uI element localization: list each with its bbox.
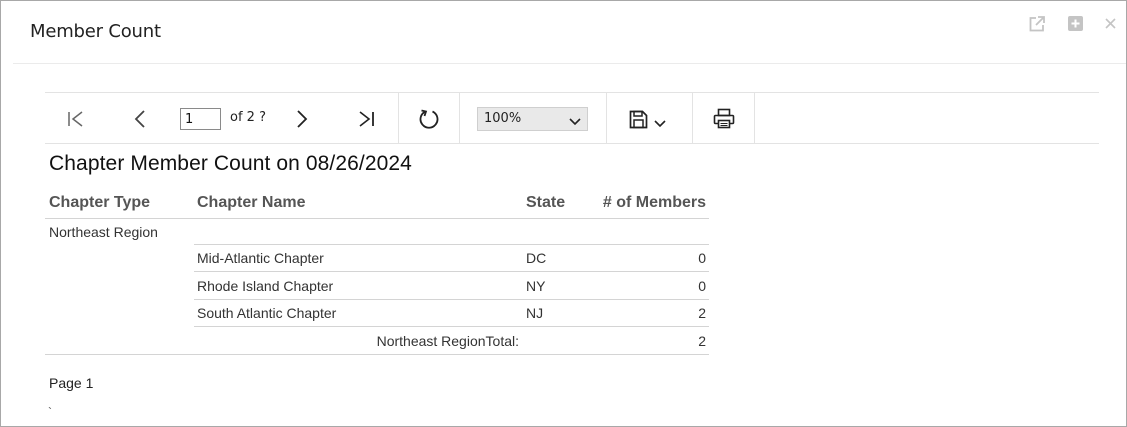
column-header-state: State [526, 194, 566, 211]
chevron-down-icon [569, 115, 581, 130]
refresh-icon[interactable] [417, 107, 441, 131]
first-page-icon[interactable] [65, 108, 87, 130]
page-count-label: of 2 ? [230, 110, 266, 125]
row-rule [194, 271, 709, 272]
column-header-chapter-type: Chapter Type [49, 194, 151, 211]
chapter-state: DC [526, 250, 547, 266]
close-icon[interactable] [1102, 15, 1120, 33]
chapter-members: 0 [698, 278, 706, 294]
row-rule [194, 326, 709, 327]
group-total-label: Northeast RegionTotal: [376, 333, 519, 349]
row-rule [194, 244, 709, 245]
page-footer: Page 1 [49, 375, 94, 391]
chapter-state: NY [526, 278, 546, 294]
chapter-name: Rhode Island Chapter [197, 278, 334, 294]
chapter-members: 2 [698, 305, 706, 321]
page-number-input[interactable] [180, 108, 221, 130]
table-bottom-rule [45, 354, 709, 355]
toolbar-divider [606, 93, 607, 144]
toolbar-divider [692, 93, 693, 144]
toolbar-divider [459, 93, 460, 144]
print-icon[interactable] [712, 108, 736, 130]
previous-page-icon[interactable] [129, 108, 151, 130]
trailing-mark: ` [48, 405, 52, 419]
export-save-button[interactable] [628, 108, 670, 130]
chapter-name: South Atlantic Chapter [197, 305, 337, 321]
dialog-title: Member Count [30, 21, 161, 42]
zoom-value: 100% [484, 111, 522, 126]
column-header-chapter-name: Chapter Name [197, 194, 306, 211]
toolbar-divider [754, 93, 755, 144]
chapter-state: NJ [526, 305, 544, 321]
last-page-icon[interactable] [356, 108, 378, 130]
popout-icon[interactable] [1028, 15, 1046, 33]
chapter-members: 0 [698, 250, 706, 266]
zoom-select[interactable]: 100% [477, 107, 588, 131]
column-header-members: # of Members [602, 194, 706, 211]
row-rule [194, 299, 709, 300]
report-title: Chapter Member Count on 08/26/2024 [49, 152, 412, 175]
next-page-icon[interactable] [291, 108, 313, 130]
report-dialog: Member Count of 2 [0, 0, 1127, 427]
header-rule [45, 218, 709, 219]
group-total-value: 2 [698, 333, 706, 349]
group-chapter-type: Northeast Region [49, 224, 158, 240]
report-toolbar: of 2 ? 100% [45, 92, 1099, 144]
title-divider [13, 63, 1126, 64]
maximize-icon[interactable] [1067, 15, 1085, 33]
chapter-name: Mid-Atlantic Chapter [197, 250, 324, 266]
toolbar-divider [398, 93, 399, 144]
